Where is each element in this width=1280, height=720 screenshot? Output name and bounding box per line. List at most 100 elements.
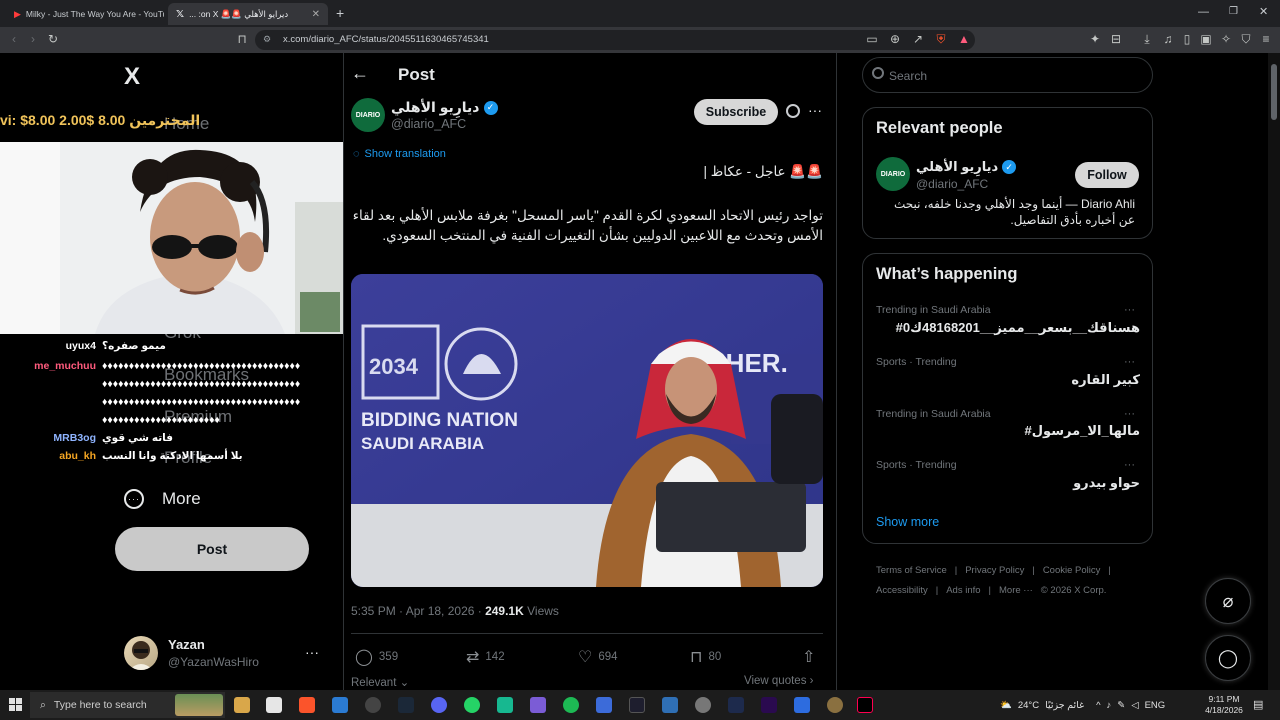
show-more-link[interactable]: Show more [876,515,939,529]
edge-icon[interactable] [332,697,348,713]
person-avatar[interactable]: DIARIO [876,157,910,191]
file-explorer-icon[interactable] [234,697,250,713]
music-icon[interactable]: ♫ [1160,31,1176,47]
pen-icon[interactable]: ✎ [1117,700,1125,711]
footer-link[interactable]: More ··· [999,585,1033,596]
app-icon[interactable] [497,697,513,713]
new-tab-button[interactable]: + [336,5,344,21]
close-tab-icon[interactable]: ✕ [312,9,320,20]
footer-link[interactable]: Terms of Service [876,565,947,576]
x-logo-icon[interactable]: X [124,63,140,91]
like-button[interactable]: ♡ 694 [578,647,618,667]
bookmark-button[interactable]: ⊓ 80 [690,647,721,667]
trend-item[interactable]: كبير القاره [876,372,1140,388]
spotify-icon[interactable] [563,697,579,713]
trend-item[interactable]: #مالها_الا_مرسول [876,423,1140,439]
app-icon[interactable] [596,697,612,713]
grok-icon[interactable] [786,104,800,118]
screen-icon[interactable]: ▭ [864,31,880,47]
tiktok-icon[interactable] [857,697,873,713]
restore-icon[interactable]: ❐ [1229,6,1238,17]
account-menu-icon[interactable]: ··· [305,644,319,660]
footer-link[interactable]: Ads info [946,585,980,596]
tab-x-post[interactable]: 𝕏 ديرايو الأهلي 🚨🚨 on X: ... ✕ [168,3,328,25]
subscribe-button[interactable]: Subscribe [694,99,778,125]
premiere-icon[interactable] [761,697,777,713]
reply-button[interactable]: ◯ 359 [355,647,398,667]
app-icon[interactable] [794,697,810,713]
footer-link[interactable]: Accessibility [876,585,928,596]
vscode-icon[interactable] [662,697,678,713]
forward-icon[interactable]: › [25,31,41,47]
game-icon[interactable] [530,697,546,713]
scrollbar[interactable] [1268,53,1280,690]
extensions-icon[interactable]: ✦ [1087,31,1103,47]
mic-icon[interactable]: ♪ [1107,700,1112,711]
store-icon[interactable] [266,697,282,713]
system-tray[interactable]: ⛅ 24°C غائم جزئيًا ^ ♪ ✎ ◁ ENG [1000,691,1165,719]
notification-icon[interactable]: ▤ [1253,698,1263,711]
url-text[interactable]: x.com/diario_AFC/status/2045511630465745… [283,34,489,45]
bookmark-icon[interactable]: ⊓ [234,31,250,47]
app-icon[interactable] [365,697,381,713]
trend-more-icon[interactable]: ··· [1124,356,1135,368]
author-avatar[interactable]: DIARIO [351,98,385,132]
brave-shield-icon[interactable]: ⛨ [933,31,949,47]
follow-button[interactable]: Follow [1075,162,1139,188]
wallet-icon[interactable]: ▣ [1198,31,1214,47]
vpn-icon[interactable]: ⛉ [1238,31,1254,47]
footer-link[interactable]: Cookie Policy [1043,565,1101,576]
person-name[interactable]: ديارِيو الأهلي ✓ [916,159,1017,175]
sidebar-icon[interactable]: ▯ [1179,31,1195,47]
account-avatar[interactable] [124,636,158,670]
minimize-icon[interactable]: — [1198,6,1209,18]
share-post-button[interactable]: ⇧ [802,647,815,667]
share-icon[interactable]: ↗ [910,31,926,47]
news-widget-icon[interactable] [175,694,223,716]
reload-icon[interactable]: ↻ [45,31,61,47]
tray-chevron-icon[interactable]: ^ [1096,700,1100,711]
author-name[interactable]: ديارِيو الأهلي ✓ [391,99,498,116]
show-translation-link[interactable]: ◌ Show translation [353,148,446,160]
footer-link[interactable]: Privacy Policy [965,565,1024,576]
keyboard-language[interactable]: ENG [1145,700,1166,711]
grok-fab-icon[interactable]: ⌀ [1205,578,1251,624]
steam-icon[interactable] [398,697,414,713]
frame-icon[interactable] [728,697,744,713]
trend-item[interactable]: حواو بيدرو [876,475,1140,491]
download-icon[interactable]: ⤓ [1139,31,1155,47]
post-button[interactable]: Post [115,527,309,571]
scrollbar-thumb[interactable] [1271,64,1277,120]
trend-more-icon[interactable]: ··· [1124,304,1135,316]
volume-icon[interactable]: ◁ [1131,700,1138,711]
trend-item[interactable]: #هسناقك__بسعر__مميز__48168201ك0 [876,320,1140,336]
close-window-icon[interactable]: ✕ [1259,5,1268,18]
messages-fab-icon[interactable]: ◯ [1205,635,1251,681]
author-handle[interactable]: @diario_AFC [391,117,466,131]
view-quotes-link[interactable]: View quotes › [744,675,813,687]
reply-sort-dropdown[interactable]: Relevant ⌄ [351,675,409,689]
back-arrow-icon[interactable]: ← [351,63,369,84]
nav-more[interactable]: ··· More [124,489,201,509]
back-icon[interactable]: ‹ [6,31,22,47]
obs-icon[interactable] [695,697,711,713]
repost-button[interactable]: ⇄ 142 [466,647,505,667]
menu-icon[interactable]: ≡ [1258,31,1274,47]
tab-search-icon[interactable]: ⊟ [1108,31,1124,47]
app-icon[interactable] [827,697,843,713]
post-more-icon[interactable]: ··· [808,102,822,118]
trend-more-icon[interactable]: ··· [1124,459,1135,471]
whatsapp-icon[interactable] [464,697,480,713]
site-info-icon[interactable]: ⚙ [263,34,271,45]
tab-youtube[interactable]: ▶ Milky - Just The Way You Are - YouTu [6,3,164,25]
leo-icon[interactable]: ✧ [1218,31,1234,47]
trend-more-icon[interactable]: ··· [1124,408,1135,420]
discord-icon[interactable] [431,697,447,713]
terminal-icon[interactable] [629,697,645,713]
brave-browser-icon[interactable] [299,697,315,713]
post-image[interactable]: G. HER. 2034 BIDDING NATION SAUDI ARABIA [351,274,823,587]
zoom-icon[interactable]: ⊕ [887,31,903,47]
brave-rewards-icon[interactable]: ▲ [956,31,972,47]
windows-start-icon[interactable] [9,698,22,711]
person-handle[interactable]: @diario_AFC [916,177,988,191]
